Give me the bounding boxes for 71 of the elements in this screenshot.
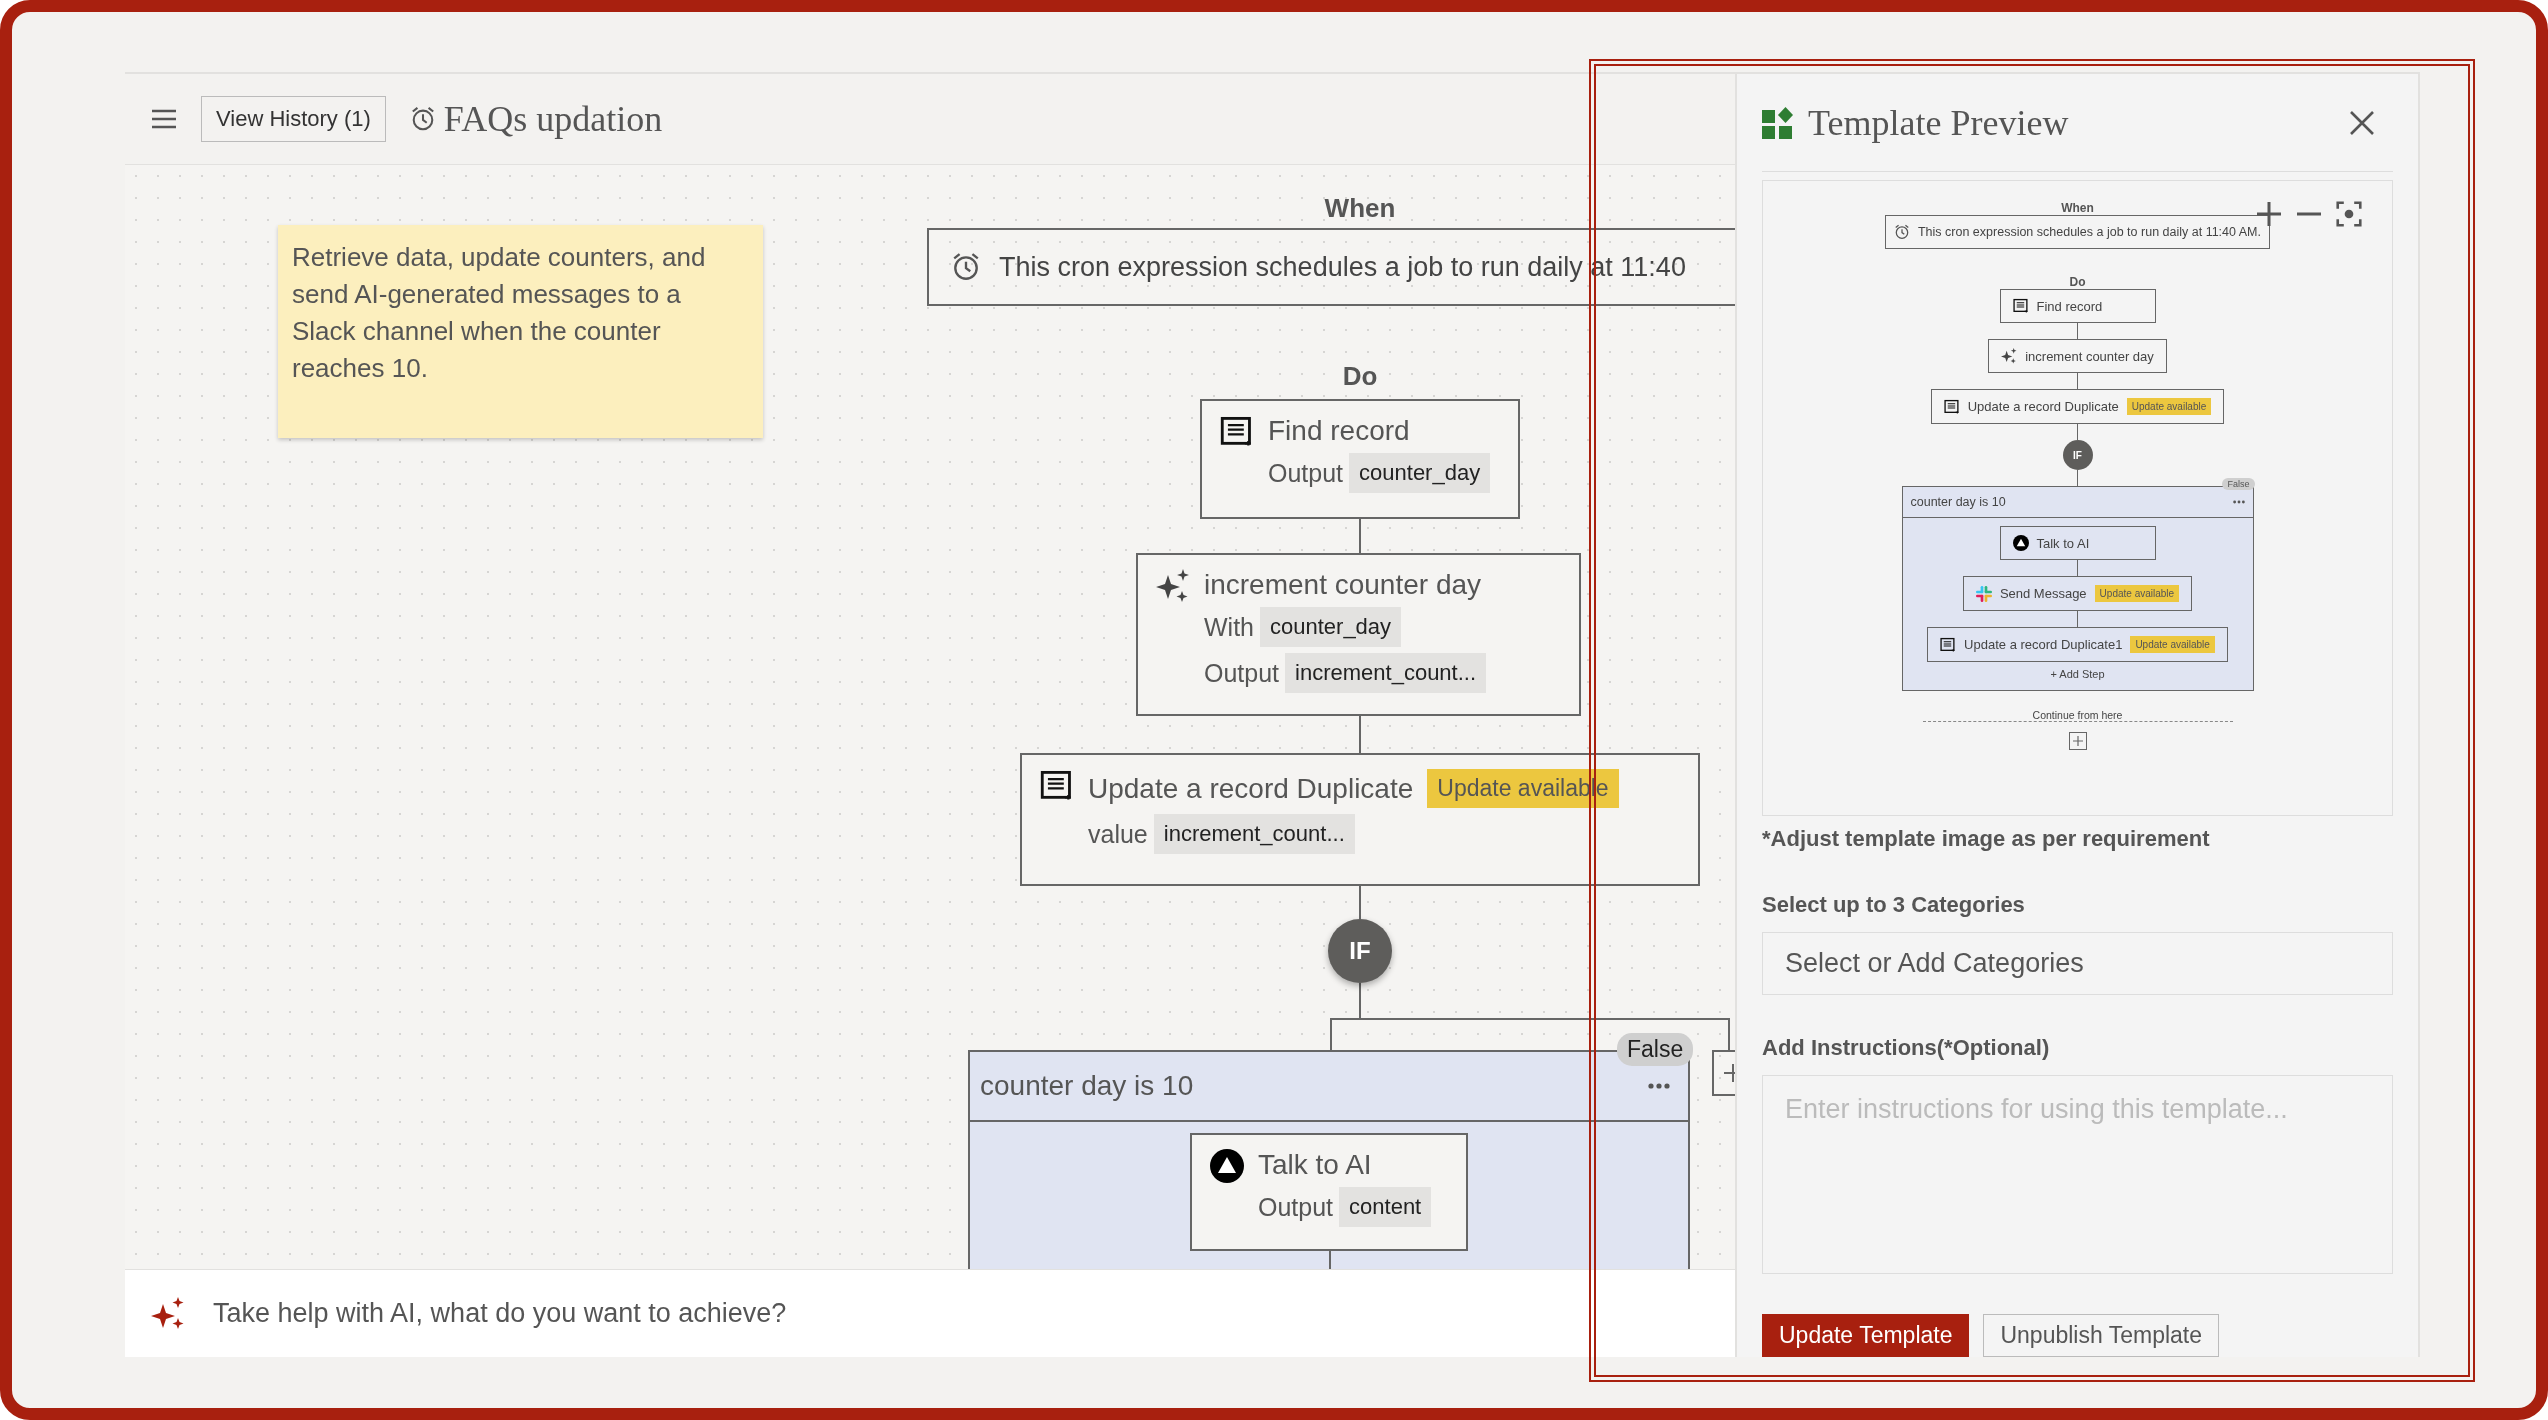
update-badge: Update available: [2126, 398, 2212, 416]
field-label: Add Instructions(*Optional): [1762, 1035, 2051, 1062]
triangle-logo-icon: [1210, 1149, 1244, 1183]
image-note: *Adjust template image as per requirement: [1762, 825, 2211, 852]
branch-label: False: [2222, 478, 2255, 491]
step-node[interactable]: increment counter day With counter_day Output increment_count...: [1136, 553, 1581, 716]
sparkle-icon: [2001, 348, 2018, 365]
variable-chip: increment_count...: [1285, 653, 1487, 693]
step-node[interactable]: Talk to AI Output content: [1190, 1133, 1468, 1251]
field-label: value: [1088, 819, 1148, 849]
variable-chip: counter_day: [1260, 607, 1402, 647]
zoom-in-icon[interactable]: [2256, 201, 2282, 228]
add-step-icon: [2068, 732, 2087, 751]
section-label: When: [1323, 193, 1397, 224]
trigger-text: This cron expression schedules a job to run daily at 11:40 AM.: [1918, 225, 2261, 240]
step-title: Update a record Duplicate: [1967, 399, 2119, 415]
step-title: Talk to AI: [1258, 1149, 1372, 1181]
continue-label: Continue from here: [2032, 709, 2123, 722]
close-icon[interactable]: [2349, 109, 2375, 136]
ai-prompt-field[interactable]: Take help with AI, what do you want to achieve?: [125, 1269, 1735, 1357]
update-badge: Update available: [2130, 636, 2215, 654]
workflow-title: FAQs updation: [443, 98, 663, 140]
variable-chip: content: [1339, 1187, 1432, 1227]
document-icon: [1220, 415, 1254, 449]
action-button[interactable]: Update Template: [1762, 1314, 1970, 1357]
step-title: increment counter day: [1204, 569, 1482, 601]
step-node[interactable]: Find record Output counter_day: [1200, 399, 1520, 519]
update-badge: Update available: [2094, 585, 2180, 603]
section-label: Do: [2069, 275, 2086, 290]
section-label: When: [2061, 201, 2094, 216]
field-label: Select up to 3 Categories: [1762, 891, 2026, 918]
document-icon: [1940, 636, 1957, 653]
step-title: Update a record Duplicate: [1088, 772, 1414, 805]
step-title: Send Message: [1999, 586, 2087, 602]
branch-label: False: [1617, 1033, 1694, 1066]
alarm-clock-icon: [1894, 224, 1910, 241]
step-title: increment counter day: [2025, 348, 2154, 364]
condition-title: counter day is 10: [980, 1070, 1194, 1102]
step-title: Update a record Duplicate1: [1964, 637, 2123, 653]
field-label: Output: [1268, 458, 1344, 488]
more-icon: [2232, 500, 2245, 505]
panel-title: Template Preview: [1808, 101, 2070, 144]
sparkle-icon: [1156, 569, 1190, 603]
alarm-clock-icon: [409, 106, 436, 132]
step-title: Talk to AI: [2036, 535, 2090, 551]
alarm-clock-icon: [951, 252, 981, 282]
sticky-note: Retrieve data, update counters, and send AI-generated messages to a Slack channel when the counter reaches 10.: [278, 225, 763, 438]
variable-chip: counter_day: [1349, 453, 1491, 493]
step-title: Find record: [1268, 415, 1410, 447]
field-label: Output: [1204, 658, 1280, 688]
if-node[interactable]: IF: [1328, 919, 1392, 983]
fit-view-icon[interactable]: [2336, 201, 2362, 228]
grid-blocks-icon: [1762, 106, 1794, 139]
menu-icon[interactable]: [151, 109, 177, 129]
variable-chip: increment_count...: [1153, 814, 1355, 854]
document-icon: [1040, 769, 1074, 803]
field-label: Output: [1258, 1192, 1334, 1222]
document-icon: [1943, 398, 1960, 415]
categories-field[interactable]: Select or Add Categories: [1762, 931, 2393, 996]
condition-title: counter day is 10: [1910, 495, 2006, 510]
if-node: IF: [2062, 440, 2093, 471]
view-history-button[interactable]: View History (1): [201, 96, 386, 142]
section-label: Do: [1341, 361, 1379, 392]
instructions-field[interactable]: Enter instructions for using this template...: [1762, 1075, 2393, 1274]
document-icon: [2012, 298, 2029, 315]
slack-logo-icon: [1975, 585, 1992, 602]
action-button[interactable]: Unpublish Template: [1983, 1314, 2220, 1357]
more-icon[interactable]: [1648, 1083, 1670, 1089]
triangle-logo-icon: [2012, 535, 2029, 552]
field-label: With: [1204, 612, 1254, 642]
step-title: Find record: [2036, 298, 2103, 314]
